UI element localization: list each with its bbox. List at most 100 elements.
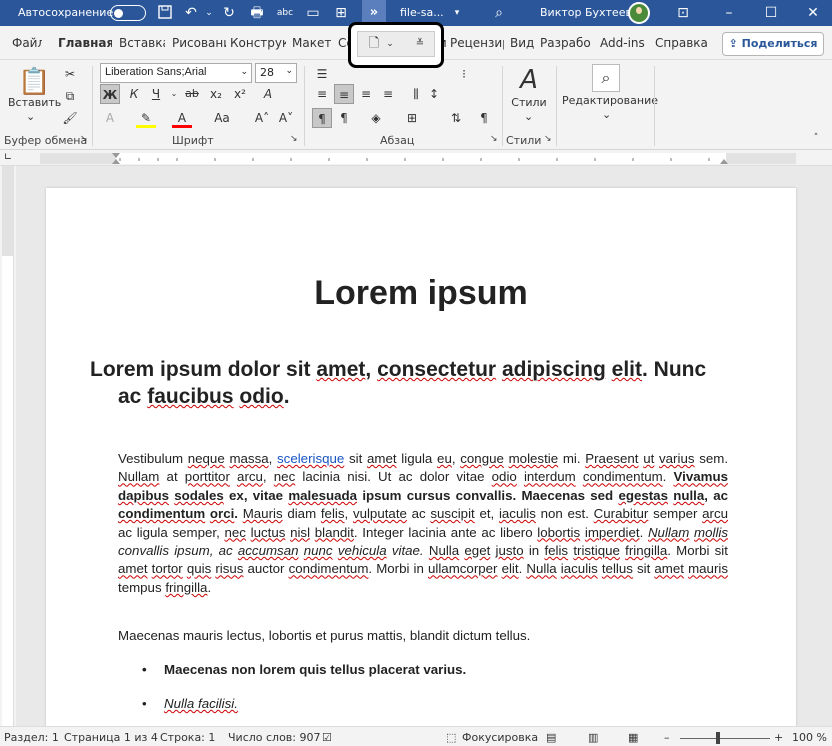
bullets-icon[interactable]: ☰ — [312, 64, 332, 84]
sort-icon[interactable]: ⇅ — [446, 108, 466, 128]
section-indicator[interactable]: Раздел: 1 — [4, 731, 59, 744]
avatar[interactable] — [628, 2, 650, 24]
styles-label[interactable]: Стили — [510, 96, 548, 109]
tree-icon[interactable]: ⊞ — [332, 4, 350, 22]
zoom-slider[interactable] — [680, 738, 770, 739]
shrink-font-icon[interactable]: A˅ — [276, 108, 296, 128]
print-layout-icon[interactable]: ▥ — [588, 731, 598, 744]
tab-selector-icon[interactable]: ∟ — [0, 148, 16, 168]
chevron-down-icon[interactable]: ⌄ — [380, 34, 400, 54]
focus-label[interactable]: Фокусировка — [462, 731, 538, 744]
focus-icon[interactable]: ⬚ — [446, 731, 456, 744]
underline-dropdown-icon[interactable]: ⌄ — [164, 84, 184, 104]
paste-icon[interactable]: 📋 — [18, 66, 50, 98]
subscript-button[interactable]: x₂ — [206, 84, 226, 104]
show-marks-icon[interactable]: ¶ — [474, 108, 494, 128]
tab-layout[interactable]: Макет — [292, 36, 332, 50]
document-subtitle[interactable]: Lorem ipsum dolor sit amet, consectetur … — [90, 356, 710, 410]
tab-help[interactable]: Справка — [655, 36, 711, 50]
copy-icon[interactable]: ⧉ — [60, 86, 80, 106]
borders-icon[interactable]: ⊞ — [402, 108, 422, 128]
zoom-in-icon[interactable]: + — [774, 731, 783, 744]
change-case-icon[interactable]: Aa — [212, 108, 232, 128]
line-indicator[interactable]: Строка: 1 — [160, 731, 215, 744]
undo-icon[interactable]: ↶ — [182, 4, 200, 22]
maximize-icon[interactable]: ☐ — [762, 4, 780, 22]
close-icon[interactable]: ✕ — [804, 4, 822, 22]
document-page[interactable]: Lorem ipsum Lorem ipsum dolor sit amet, … — [46, 188, 796, 726]
styles-icon[interactable]: A — [514, 64, 544, 96]
underline-button[interactable]: Ч — [146, 84, 166, 104]
clear-formatting-icon[interactable]: A — [258, 84, 278, 104]
undo-dropdown-icon[interactable]: ⌄ — [200, 4, 218, 22]
align-center-icon[interactable]: ≡ — [334, 84, 354, 104]
font-size-select[interactable]: 28 ⌄ — [255, 63, 297, 83]
save-icon[interactable] — [156, 4, 174, 22]
paragraph-launcher-icon[interactable]: ↘ — [490, 134, 498, 144]
zoom-out-icon[interactable]: – — [664, 731, 670, 744]
proofing-icon[interactable]: ☑ — [322, 731, 332, 744]
italic-button[interactable]: К — [124, 84, 144, 104]
align-right-icon[interactable]: ≡ — [356, 84, 376, 104]
rtl-icon[interactable]: ¶ — [334, 108, 354, 128]
multilevel-list-icon[interactable]: ⁝ — [454, 64, 474, 84]
tab-addins[interactable]: Add-ins — [600, 36, 648, 50]
web-layout-icon[interactable]: ▦ — [628, 731, 638, 744]
tab-insert[interactable]: Вставка — [119, 36, 165, 50]
misspelled-word[interactable]: elit — [612, 358, 642, 381]
tab-home[interactable]: Главная — [58, 36, 112, 50]
text-effects-icon[interactable]: A — [100, 108, 120, 128]
highlight-icon[interactable]: ✎ — [136, 108, 156, 128]
tab-design[interactable]: Конструк — [230, 36, 286, 50]
editing-label[interactable]: Редактирование — [562, 94, 658, 107]
ribbon-display-icon[interactable]: ⊡ — [674, 4, 692, 22]
ltr-icon[interactable]: ¶ — [312, 108, 332, 128]
bold-button[interactable]: Ж — [100, 84, 120, 104]
zoom-slider-thumb[interactable] — [716, 732, 720, 744]
filename-dropdown-icon[interactable]: ▾ — [448, 4, 466, 22]
paste-label[interactable]: Вставить — [8, 96, 61, 109]
tab-developer[interactable]: Разрабо — [540, 36, 592, 50]
font-name-select[interactable]: Liberation Sans;Arial ⌄ — [100, 63, 252, 83]
line-spacing-icon[interactable]: ↕ — [424, 84, 444, 104]
redo-icon[interactable]: ↻ — [220, 4, 238, 22]
format-painter-icon[interactable]: 🖌 — [60, 108, 80, 128]
grow-font-icon[interactable]: A˄ — [252, 108, 272, 128]
horizontal-ruler[interactable] — [40, 153, 796, 164]
justify-icon[interactable]: ≡ — [378, 84, 398, 104]
share-button[interactable]: ⇪ Поделиться — [722, 32, 824, 56]
misspelled-word[interactable]: amet — [316, 358, 365, 381]
columns-icon[interactable]: ⫼ — [406, 84, 426, 104]
tab-view[interactable]: Вид — [510, 36, 534, 50]
shading-icon[interactable]: ◈ — [366, 108, 386, 128]
body-paragraph-2[interactable]: Maecenas mauris lectus, lobortis et puru… — [118, 628, 728, 643]
user-name[interactable]: Виктор Бухтеев — [540, 6, 632, 19]
font-color-icon[interactable]: A — [172, 108, 192, 128]
spelling-icon[interactable]: abc — [276, 4, 294, 22]
file-name[interactable]: file-sa... — [400, 6, 444, 19]
clipboard-launcher-icon[interactable]: ↘ — [80, 134, 88, 144]
tab-review[interactable]: Рецензир — [450, 36, 504, 50]
styles-dropdown-icon[interactable]: ⌄ — [524, 110, 533, 123]
misspelled-word[interactable]: consectetur — [377, 358, 496, 381]
superscript-button[interactable]: x² — [230, 84, 250, 104]
align-left-icon[interactable]: ≡ — [312, 84, 332, 104]
styles-launcher-icon[interactable]: ↘ — [544, 134, 552, 144]
zoom-level[interactable]: 100 % — [792, 731, 827, 744]
strikethrough-button[interactable]: ab — [182, 84, 202, 104]
list-item[interactable]: • Maecenas non lorem quis tellus placerat… — [142, 662, 466, 677]
paste-dropdown-icon[interactable]: ⌄ — [26, 110, 35, 123]
document-area[interactable]: Lorem ipsum Lorem ipsum dolor sit amet, … — [16, 166, 832, 726]
screen-icon[interactable]: ▭ — [304, 4, 322, 22]
list-item[interactable]: • Nulla facilisi. — [142, 696, 238, 711]
font-launcher-icon[interactable]: ↘ — [290, 134, 298, 144]
editing-dropdown-icon[interactable]: ⌄ — [602, 108, 611, 121]
autosave-toggle[interactable] — [110, 5, 146, 21]
tab-draw[interactable]: Рисовани — [172, 36, 226, 50]
minimize-icon[interactable]: – — [720, 4, 738, 22]
search-icon[interactable]: ⌕ — [490, 4, 508, 22]
vertical-ruler[interactable] — [2, 166, 14, 726]
read-mode-icon[interactable]: ▤ — [546, 731, 556, 744]
misspelled-word[interactable]: odio — [239, 385, 283, 408]
word-count[interactable]: Число слов: 907 — [228, 731, 321, 744]
